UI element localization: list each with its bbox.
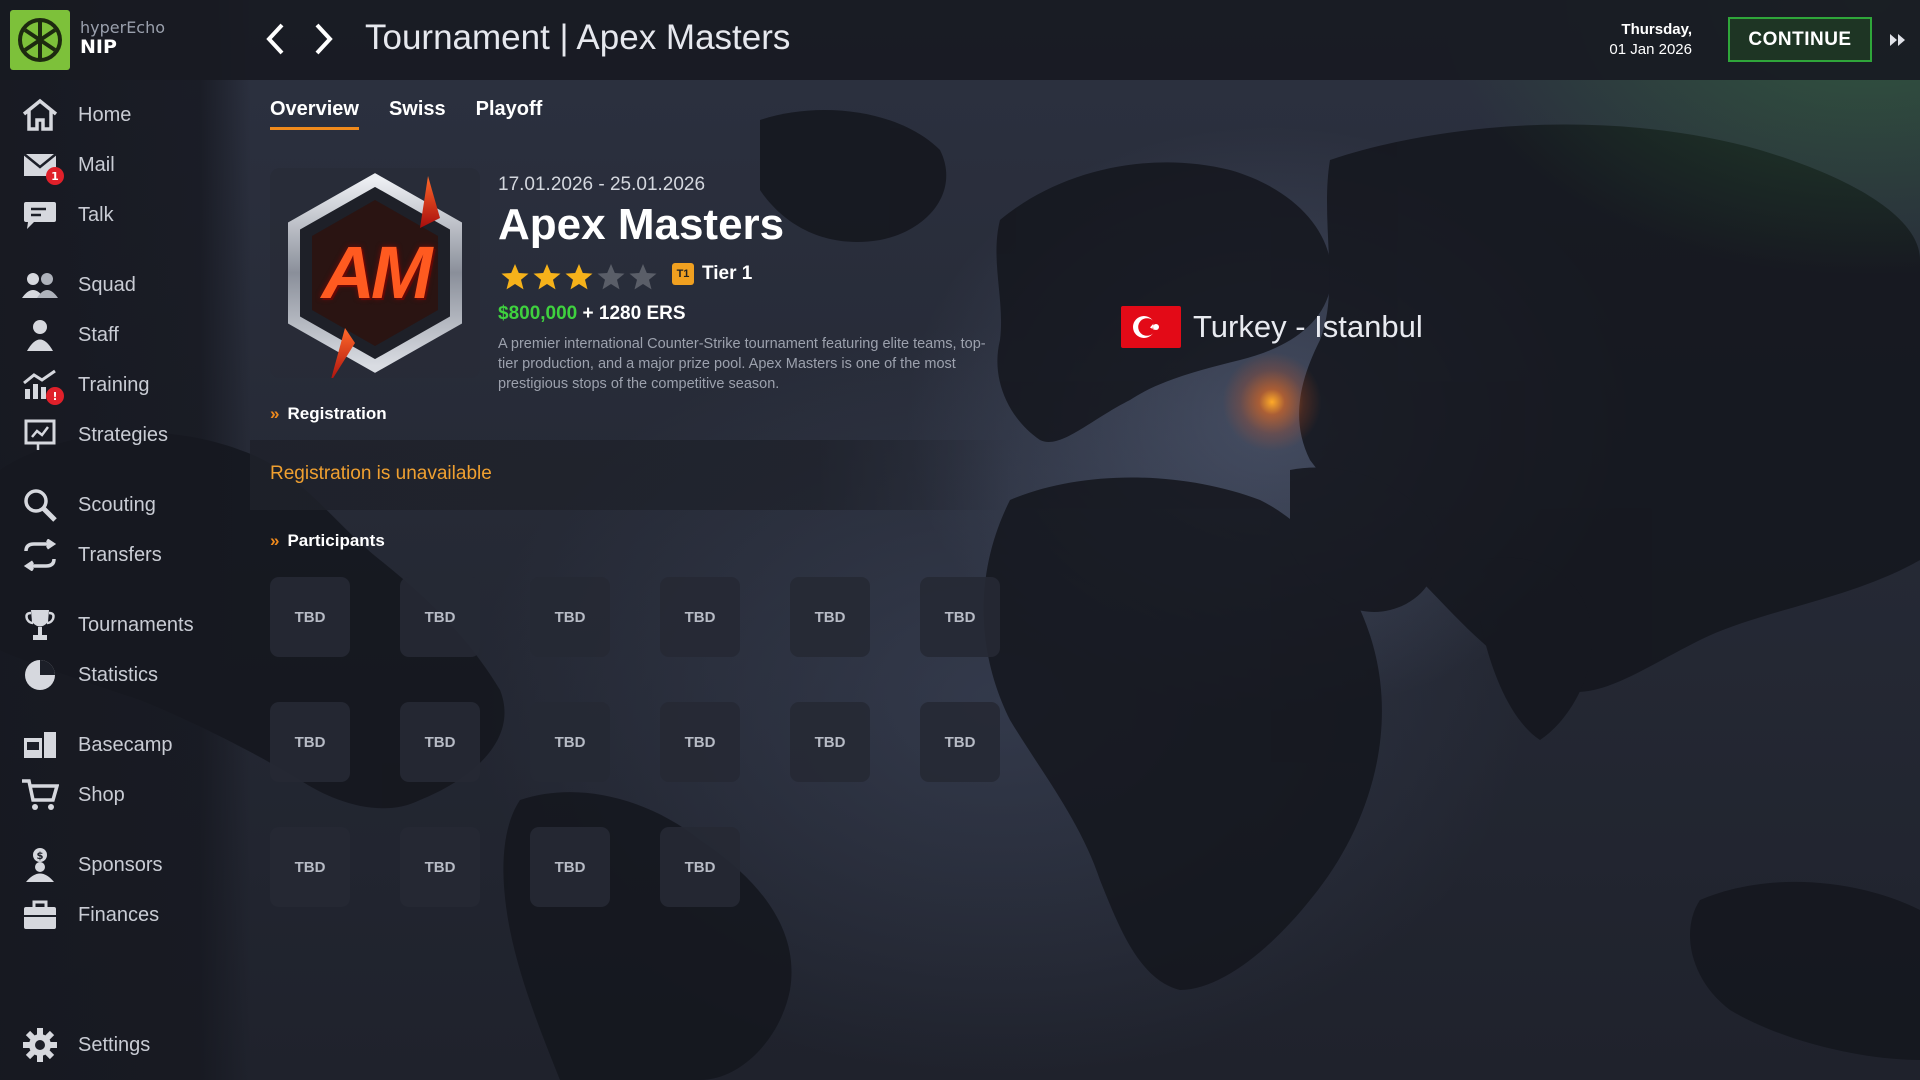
star-empty-icon xyxy=(597,264,625,290)
prize-money: $800,000 xyxy=(498,303,578,324)
participant-slot[interactable]: TBD xyxy=(660,702,740,782)
tournament-dates: 17.01.2026 - 25.01.2026 xyxy=(498,174,706,195)
star-filled-icon xyxy=(565,264,593,290)
participant-slot[interactable]: TBD xyxy=(270,827,350,907)
star-filled-icon xyxy=(501,264,529,290)
location-label: Turkey - Istanbul xyxy=(1193,309,1423,344)
double-chevron-icon: » xyxy=(270,404,280,423)
participant-slot[interactable]: TBD xyxy=(270,702,350,782)
double-chevron-icon: » xyxy=(270,531,280,550)
turkey-flag-icon xyxy=(1121,306,1181,348)
participant-slot[interactable]: TBD xyxy=(660,827,740,907)
tournament-tier: T1 Tier 1 xyxy=(672,263,752,285)
tier-label: Tier 1 xyxy=(702,263,753,284)
tournament-logo-text: AM xyxy=(321,231,432,314)
star-empty-icon xyxy=(629,264,657,290)
registration-status: Registration is unavailable xyxy=(270,463,492,484)
tournament-rating xyxy=(500,262,658,292)
participant-slot[interactable]: TBD xyxy=(530,827,610,907)
participant-slot[interactable]: TBD xyxy=(920,577,1000,657)
participant-slot[interactable]: TBD xyxy=(400,577,480,657)
tab-bar: Overview Swiss Playoff xyxy=(270,98,542,130)
participant-slot[interactable]: TBD xyxy=(790,577,870,657)
participant-slot[interactable]: TBD xyxy=(660,577,740,657)
participant-slot[interactable]: TBD xyxy=(790,702,870,782)
star-filled-icon xyxy=(533,264,561,290)
participant-slot[interactable]: TBD xyxy=(270,577,350,657)
tournament-description: A premier international Counter-Strike t… xyxy=(498,336,986,392)
participant-slot[interactable]: TBD xyxy=(400,702,480,782)
tab-playoff[interactable]: Playoff xyxy=(476,98,543,130)
participant-slot[interactable]: TBD xyxy=(400,827,480,907)
participant-slot[interactable]: TBD xyxy=(530,577,610,657)
participants-heading: » Participants xyxy=(270,531,385,551)
tournament-location: Turkey - Istanbul xyxy=(1121,306,1423,348)
tournament-logo: AM xyxy=(270,168,480,383)
registration-heading: » Registration xyxy=(270,404,387,424)
prize-pool: $800,000 + 1280 ERS xyxy=(498,303,686,325)
tab-swiss[interactable]: Swiss xyxy=(389,98,446,130)
prize-ers: + 1280 ERS xyxy=(582,303,686,324)
participant-slot[interactable]: TBD xyxy=(530,702,610,782)
main-content: Overview Swiss Playoff AM 17.01.2026 - 2… xyxy=(0,0,1920,1080)
participant-slot[interactable]: TBD xyxy=(920,702,1000,782)
registration-heading-label: Registration xyxy=(287,404,387,423)
tier-icon: T1 xyxy=(672,263,694,285)
tournament-name: Apex Masters xyxy=(498,200,785,249)
participants-heading-label: Participants xyxy=(287,531,385,550)
tab-overview[interactable]: Overview xyxy=(270,98,359,130)
